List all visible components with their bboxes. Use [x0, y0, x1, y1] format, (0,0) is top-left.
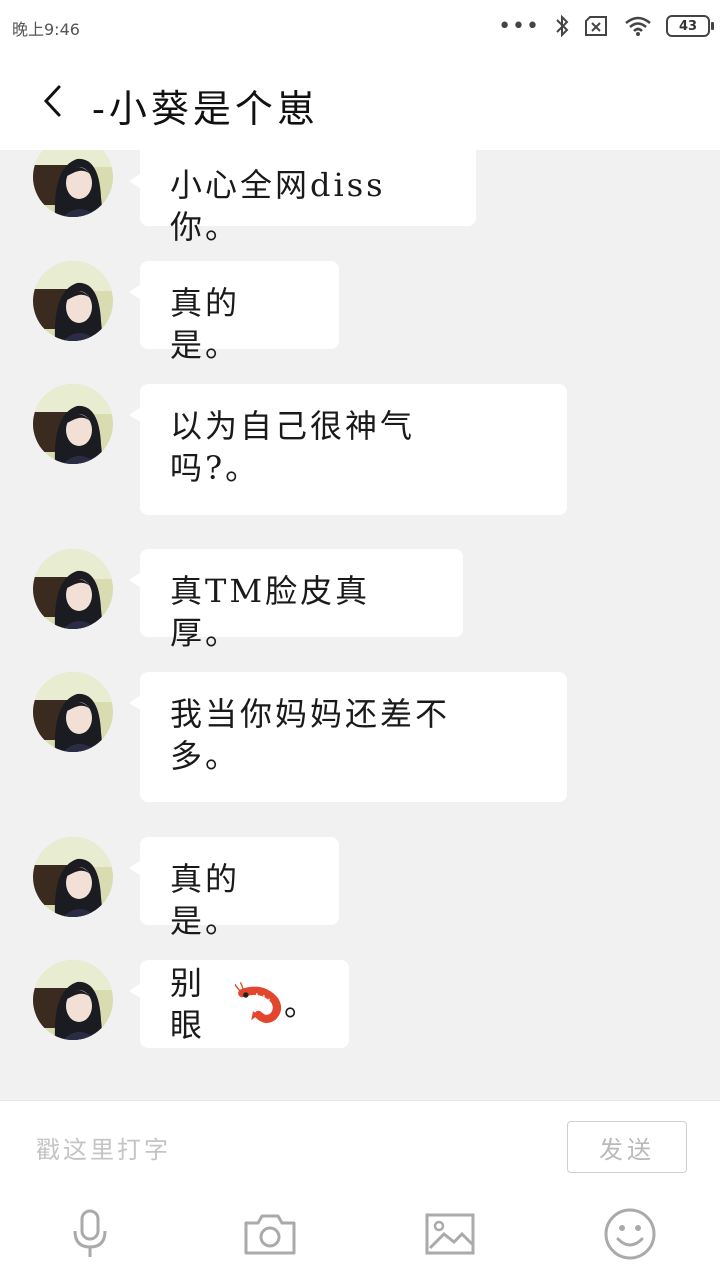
- message-list[interactable]: 小心全网diss你。 真的是。 以为自己很神气 吗?。 真TM脸皮真厚。 我当你…: [0, 150, 720, 1100]
- message-bubble[interactable]: 真的是。: [129, 261, 339, 364]
- message-bubble[interactable]: 真TM脸皮真厚。: [129, 549, 463, 652]
- message-bubble[interactable]: 别眼 。: [129, 960, 349, 1048]
- contact-avatar[interactable]: [33, 150, 113, 217]
- contact-name: -小葵是个崽: [92, 87, 319, 131]
- shrimp-emoji-icon: [235, 982, 282, 1023]
- chevron-left-icon: [43, 85, 61, 117]
- status-icons: ••• 43: [498, 12, 714, 40]
- contact-avatar[interactable]: [33, 261, 113, 341]
- microphone-icon: [73, 1209, 107, 1257]
- gallery-button[interactable]: [418, 1202, 482, 1266]
- contact-avatar[interactable]: [33, 837, 113, 917]
- image-icon: [425, 1213, 475, 1255]
- send-button[interactable]: 发送: [567, 1121, 687, 1173]
- contact-avatar[interactable]: [33, 960, 113, 1040]
- emoji-icon: [604, 1208, 656, 1260]
- camera-icon: [244, 1214, 296, 1255]
- no-sim-icon: [585, 16, 607, 36]
- status-bar: 晚上9:46 ••• 43: [0, 0, 720, 52]
- input-bar: 发送: [0, 1100, 720, 1191]
- contact-avatar[interactable]: [33, 549, 113, 629]
- more-dots-icon: •••: [498, 13, 540, 39]
- emoji-button[interactable]: [598, 1202, 662, 1266]
- message-bubble[interactable]: 小心全网diss你。: [129, 150, 476, 246]
- message-text: 别眼: [170, 964, 206, 1044]
- voice-button[interactable]: [58, 1202, 122, 1266]
- bottom-toolbar: [0, 1190, 720, 1280]
- message-input[interactable]: [34, 1129, 538, 1171]
- status-time: 晚上9:46: [12, 20, 80, 39]
- bluetooth-icon: [556, 14, 569, 38]
- message-bubble[interactable]: 我当你妈妈还差不 多。: [129, 672, 567, 802]
- message-suffix: 。: [283, 985, 319, 1023]
- battery-icon: 43: [666, 15, 714, 37]
- message-bubble[interactable]: 以为自己很神气 吗?。: [129, 384, 567, 515]
- message-bubble[interactable]: 真的是。: [129, 837, 339, 940]
- contact-avatar[interactable]: [33, 384, 113, 464]
- contact-avatar[interactable]: [33, 672, 113, 752]
- chat-header: -小葵是个崽: [0, 52, 720, 150]
- back-button[interactable]: [28, 76, 78, 126]
- camera-button[interactable]: [238, 1202, 302, 1266]
- wifi-icon: [625, 16, 651, 36]
